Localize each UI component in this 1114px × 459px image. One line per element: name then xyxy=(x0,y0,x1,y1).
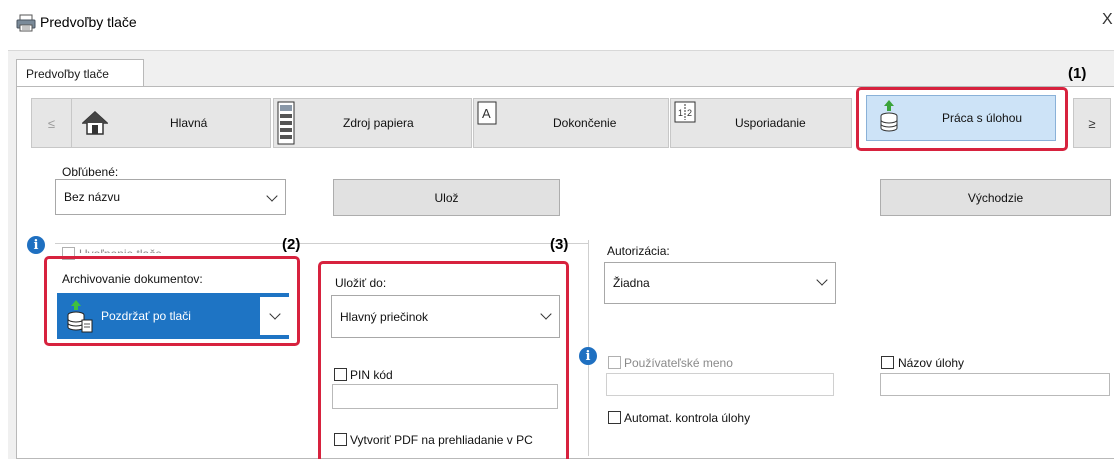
archiving-value: Pozdržať po tlači xyxy=(101,309,191,323)
username-checkbox[interactable] xyxy=(608,356,621,369)
close-icon[interactable]: X xyxy=(1102,11,1113,29)
pin-label: PIN kód xyxy=(350,368,393,382)
username-input[interactable] xyxy=(606,373,834,396)
authorization-value: Žiadna xyxy=(613,276,650,290)
tab-hlavna-label: Hlavná xyxy=(170,116,208,130)
svg-text:1: 1 xyxy=(678,108,683,118)
svg-text:A: A xyxy=(482,106,491,121)
tab-usporiadanie[interactable]: 1 2 Usporiadanie xyxy=(670,98,852,148)
nav-prev-glyph: ≤ xyxy=(47,115,56,131)
callout-number-1: (1) xyxy=(1068,65,1087,82)
finishing-icon: A xyxy=(477,101,497,148)
chevron-down-icon xyxy=(816,274,828,286)
layout-icon: 1 2 xyxy=(674,101,696,126)
auto-job-check-label: Automat. kontrola úlohy xyxy=(624,411,751,425)
save-button[interactable]: Ulož xyxy=(333,179,560,216)
create-pdf-checkbox[interactable] xyxy=(334,433,347,446)
favorites-value: Bez názvu xyxy=(64,190,121,204)
home-icon xyxy=(81,110,109,138)
authorization-label: Autorizácia: xyxy=(607,244,670,258)
favorites-label: Obľúbené: xyxy=(62,165,119,179)
nav-next-glyph: ≥ xyxy=(1088,115,1096,131)
job-name-label: Názov úlohy xyxy=(898,356,965,370)
authorization-select[interactable]: Žiadna xyxy=(604,262,836,304)
username-label: Používateľské meno xyxy=(624,356,733,370)
tab-zdroj-papiera[interactable]: Zdroj papiera xyxy=(273,98,472,148)
callout-number-3: (3) xyxy=(550,236,569,253)
tab-usporiadanie-label: Usporiadanie xyxy=(735,116,806,130)
section-separator xyxy=(55,243,588,244)
release-print-label: Uvoľnenie tlače xyxy=(79,247,162,253)
info-icon: i xyxy=(579,347,597,365)
archiving-label: Archivovanie dokumentov: xyxy=(62,272,203,286)
tab-dokoncenie[interactable]: A Dokončenie xyxy=(473,98,669,148)
tab-print-preferences[interactable]: Predvoľby tlače xyxy=(16,59,144,87)
chevron-down-icon xyxy=(540,308,552,320)
tab-zdroj-label: Zdroj papiera xyxy=(343,116,414,130)
tab-hlavna[interactable]: Hlavná xyxy=(71,98,271,148)
favorites-select[interactable]: Bez názvu xyxy=(55,179,286,215)
info-icon: i xyxy=(27,236,45,254)
printer-icon xyxy=(16,14,36,32)
job-name-checkbox[interactable] xyxy=(881,356,894,369)
paper-tray-icon xyxy=(277,101,295,148)
archiving-select[interactable]: Pozdržať po tlači xyxy=(57,293,289,339)
hold-print-icon xyxy=(66,300,94,337)
default-button[interactable]: Východzie xyxy=(880,179,1111,216)
chevron-down-icon xyxy=(266,190,278,202)
job-name-input[interactable] xyxy=(880,373,1110,396)
pin-input[interactable] xyxy=(332,384,558,409)
nav-prev-button[interactable]: ≤ xyxy=(31,98,72,148)
tab-dokoncenie-label: Dokončenie xyxy=(553,116,617,130)
window-title: Predvoľby tlače xyxy=(40,14,137,30)
nav-next-button[interactable]: ≥ xyxy=(1073,98,1111,148)
create-pdf-label: Vytvoriť PDF na prehliadanie v PC xyxy=(350,433,533,447)
svg-text:2: 2 xyxy=(687,108,692,118)
save-to-select[interactable]: Hlavný priečinok xyxy=(331,295,560,338)
auto-job-check-checkbox[interactable] xyxy=(608,411,621,424)
save-to-label: Uložiť do: xyxy=(335,276,387,290)
callout-box-3 xyxy=(318,261,569,459)
pin-checkbox[interactable] xyxy=(334,368,347,381)
save-to-value: Hlavný priečinok xyxy=(340,309,429,324)
callout-box-1 xyxy=(856,87,1068,151)
callout-number-2: (2) xyxy=(282,236,301,253)
title-bar xyxy=(0,0,1114,44)
